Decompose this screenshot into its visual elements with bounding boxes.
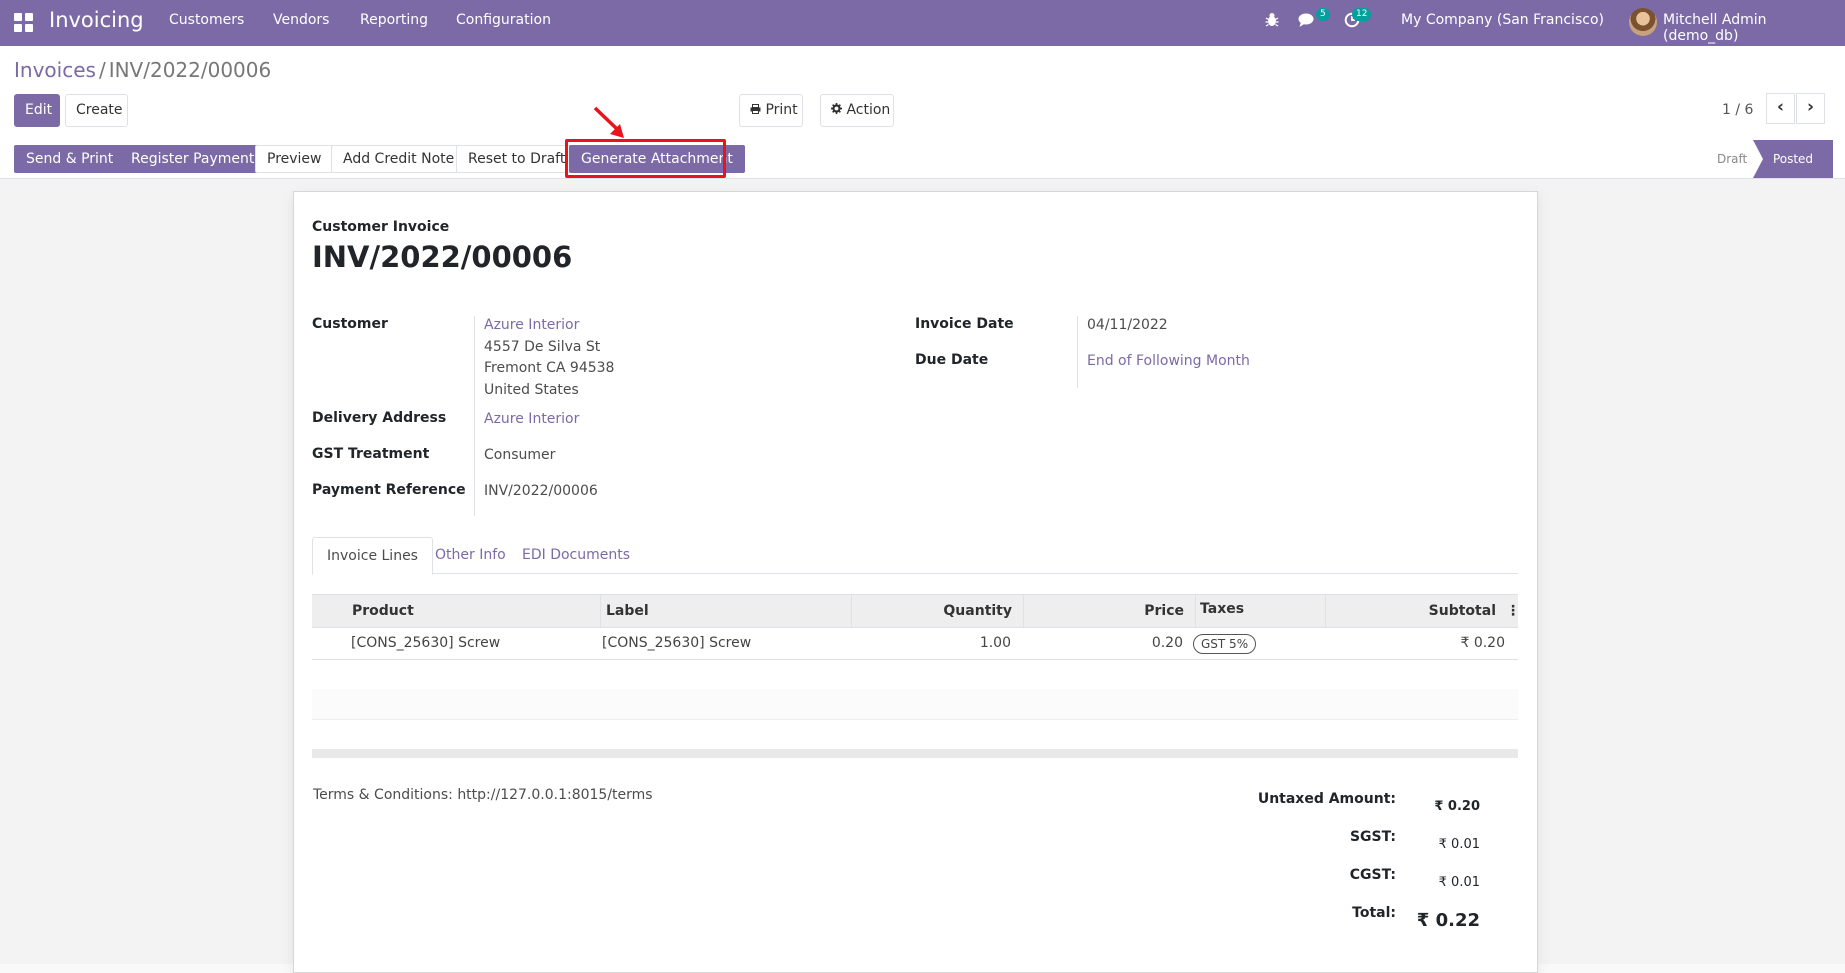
notebook-tabs: Invoice Lines Other Info EDI Documents bbox=[312, 537, 1518, 575]
reset-to-draft-button[interactable]: Reset to Draft bbox=[456, 145, 578, 173]
messages-icon[interactable] bbox=[1298, 12, 1317, 32]
delivery-address-field[interactable]: Azure Interior bbox=[484, 411, 579, 427]
column-quantity[interactable]: Quantity bbox=[851, 595, 1024, 627]
invoice-lines-header: Product Label Quantity Price Taxes Subto… bbox=[312, 594, 1520, 628]
user-avatar[interactable] bbox=[1629, 8, 1657, 36]
print-label: Print bbox=[765, 102, 798, 118]
sgst-value: ₹ 0.01 bbox=[1438, 837, 1480, 852]
print-icon bbox=[750, 102, 761, 118]
register-payment-button[interactable]: Register Payment bbox=[119, 145, 267, 173]
terms-and-conditions[interactable]: Terms & Conditions: http://127.0.0.1:801… bbox=[313, 787, 653, 803]
table-row[interactable]: [CONS_25630] Screw [CONS_25630] Screw 1.… bbox=[312, 627, 1518, 660]
tab-other-info[interactable]: Other Info bbox=[421, 537, 520, 572]
tax-tag: GST 5% bbox=[1193, 634, 1257, 654]
debug-bug-icon[interactable] bbox=[1265, 12, 1279, 32]
due-date-label: Due Date bbox=[915, 352, 989, 368]
messages-count-badge: 5 bbox=[1316, 8, 1330, 21]
column-taxes[interactable]: Taxes bbox=[1195, 595, 1320, 627]
activities-count-badge: 12 bbox=[1352, 8, 1372, 21]
field-divider bbox=[1077, 316, 1078, 388]
customer-field[interactable]: Azure Interior bbox=[484, 317, 579, 333]
customer-address-line: 4557 De Silva St bbox=[484, 339, 601, 355]
line-product: [CONS_25630] Screw bbox=[351, 635, 501, 651]
action-label: Action bbox=[846, 102, 891, 118]
menu-customers[interactable]: Customers bbox=[169, 12, 244, 28]
action-button[interactable]: Action bbox=[820, 94, 894, 127]
pager-value[interactable]: 1 / 6 bbox=[1722, 102, 1753, 118]
preview-button[interactable]: Preview bbox=[255, 145, 334, 173]
delivery-address-label: Delivery Address bbox=[312, 410, 447, 426]
column-price[interactable]: Price bbox=[1023, 595, 1196, 627]
invoice-form-sheet: Customer Invoice INV/2022/00006 Customer… bbox=[293, 191, 1538, 973]
add-credit-note-button[interactable]: Add Credit Note bbox=[331, 145, 467, 173]
due-date-field[interactable]: End of Following Month bbox=[1087, 353, 1250, 369]
gear-icon bbox=[831, 102, 842, 118]
empty-line-row bbox=[312, 689, 1518, 720]
edit-button[interactable]: Edit bbox=[14, 94, 60, 127]
user-menu[interactable]: Mitchell Admin (demo_db) bbox=[1663, 12, 1845, 44]
breadcrumb-current: INV/2022/00006 bbox=[108, 58, 272, 82]
line-quantity: 1.00 bbox=[979, 635, 1011, 651]
create-button[interactable]: Create bbox=[65, 94, 128, 127]
menu-reporting[interactable]: Reporting bbox=[360, 12, 428, 28]
untaxed-amount-value: ₹ 0.20 bbox=[1434, 799, 1480, 814]
empty-line-row bbox=[312, 720, 1518, 751]
pager-previous-button[interactable]: ‹ bbox=[1766, 93, 1795, 124]
field-divider bbox=[474, 316, 475, 516]
breadcrumb: Invoices / INV/2022/00006 bbox=[14, 58, 271, 82]
company-switcher[interactable]: My Company (San Francisco) bbox=[1401, 12, 1604, 28]
menu-configuration[interactable]: Configuration bbox=[456, 12, 551, 28]
line-price: 0.20 bbox=[1151, 635, 1183, 651]
table-footer-bar bbox=[312, 749, 1518, 758]
top-navbar: Invoicing Customers Vendors Reporting Co… bbox=[0, 0, 1845, 46]
chevron-right-icon: › bbox=[1806, 97, 1814, 117]
app-name[interactable]: Invoicing bbox=[49, 8, 144, 32]
customer-label: Customer bbox=[312, 316, 388, 332]
cgst-value: ₹ 0.01 bbox=[1438, 875, 1480, 890]
invoice-number-title: INV/2022/00006 bbox=[312, 240, 573, 274]
chevron-left-icon: ‹ bbox=[1776, 97, 1784, 117]
column-product[interactable]: Product bbox=[350, 595, 592, 627]
breadcrumb-invoices-link[interactable]: Invoices bbox=[14, 58, 96, 82]
payment-reference-label: Payment Reference bbox=[312, 482, 466, 498]
send-print-button[interactable]: Send & Print bbox=[14, 145, 126, 173]
invoice-type-label: Customer Invoice bbox=[312, 219, 450, 235]
customer-address-line: United States bbox=[484, 382, 579, 398]
tab-edi-documents[interactable]: EDI Documents bbox=[508, 537, 644, 572]
tab-invoice-lines[interactable]: Invoice Lines bbox=[312, 537, 433, 575]
status-bar: Send & Print Register Payment Preview Ad… bbox=[0, 140, 1845, 179]
customer-address-line: Fremont CA 94538 bbox=[484, 360, 615, 376]
line-label: [CONS_25630] Screw bbox=[602, 635, 752, 651]
print-button[interactable]: Print bbox=[739, 94, 803, 127]
pager-next-button[interactable]: › bbox=[1796, 93, 1825, 124]
highlight-annotation-box bbox=[565, 139, 726, 178]
column-subtotal[interactable]: Subtotal bbox=[1325, 595, 1508, 627]
menu-vendors[interactable]: Vendors bbox=[273, 12, 329, 28]
gst-treatment-label: GST Treatment bbox=[312, 446, 430, 462]
gst-treatment-field[interactable]: Consumer bbox=[484, 447, 555, 463]
control-panel: Invoices / INV/2022/00006 Edit Create Prin… bbox=[0, 46, 1845, 141]
column-label[interactable]: Label bbox=[600, 595, 856, 627]
annotation-arrow-icon bbox=[593, 106, 624, 138]
stage-posted[interactable]: Posted bbox=[1753, 140, 1833, 178]
breadcrumb-separator: / bbox=[98, 58, 106, 82]
column-options-icon[interactable]: ⋮ bbox=[1506, 595, 1520, 627]
payment-reference-field[interactable]: INV/2022/00006 bbox=[484, 483, 598, 499]
line-subtotal: ₹ 0.20 bbox=[1460, 635, 1505, 651]
invoice-date-label: Invoice Date bbox=[915, 316, 1014, 332]
apps-menu-icon[interactable] bbox=[14, 13, 34, 33]
invoice-date-field[interactable]: 04/11/2022 bbox=[1087, 317, 1168, 333]
stage-draft[interactable]: Draft bbox=[1717, 140, 1747, 178]
total-value: ₹ 0.22 bbox=[1416, 910, 1480, 931]
